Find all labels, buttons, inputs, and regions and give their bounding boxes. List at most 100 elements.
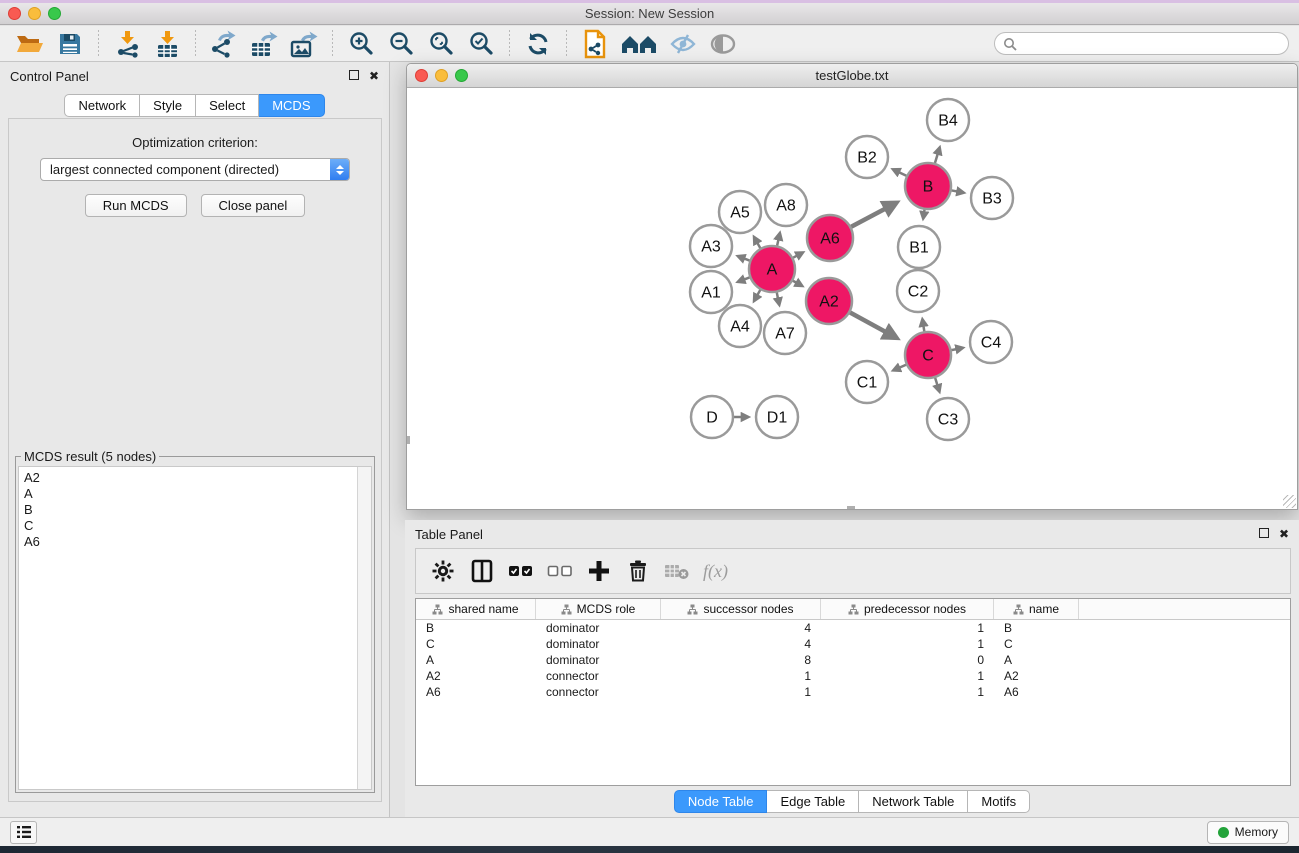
- graph-node-D[interactable]: D: [691, 396, 733, 438]
- memory-button[interactable]: Memory: [1207, 821, 1289, 844]
- table-cell[interactable]: A2: [994, 669, 1079, 683]
- graph-edge-A-A2[interactable]: [793, 281, 802, 286]
- graph-edge-A-A3[interactable]: [738, 256, 749, 260]
- graph-node-C[interactable]: C: [905, 332, 951, 378]
- column-header-predecessor-nodes[interactable]: predecessor nodes: [821, 599, 994, 619]
- mcds-result-list[interactable]: A2ABCA6: [18, 466, 372, 790]
- graph-edge-A-A6[interactable]: [793, 253, 802, 258]
- table-tab-network-table[interactable]: Network Table: [859, 790, 968, 813]
- search-field[interactable]: [994, 32, 1289, 55]
- table-cell[interactable]: 0: [821, 653, 994, 667]
- graph-edge-C-C4[interactable]: [952, 348, 963, 350]
- graph-node-A8[interactable]: A8: [765, 184, 807, 226]
- graph-edge-B-B4[interactable]: [935, 148, 940, 163]
- table-cell[interactable]: C: [416, 637, 536, 651]
- save-session-button[interactable]: [53, 29, 87, 59]
- graph-node-A[interactable]: A: [749, 246, 795, 292]
- clone-network-button[interactable]: [578, 29, 612, 59]
- table-cell[interactable]: dominator: [536, 621, 661, 635]
- table-cell[interactable]: A: [994, 653, 1079, 667]
- graph-edge-A-A7[interactable]: [777, 293, 779, 305]
- graph-node-A5[interactable]: A5: [719, 191, 761, 233]
- close-table-panel-icon[interactable]: ✖: [1279, 528, 1289, 540]
- open-session-button[interactable]: [13, 29, 47, 59]
- table-tab-node-table[interactable]: Node Table: [674, 790, 768, 813]
- create-column-button[interactable]: [584, 556, 614, 586]
- graph-edge-A6-B[interactable]: [851, 203, 895, 227]
- mcds-result-item[interactable]: A6: [24, 534, 357, 550]
- tab-network[interactable]: Network: [64, 94, 140, 117]
- hide-selected-button[interactable]: [666, 29, 700, 59]
- graph-edge-A-A8[interactable]: [777, 233, 780, 245]
- deselect-all-button[interactable]: [545, 556, 575, 586]
- graph-edge-C-C2[interactable]: [922, 320, 924, 332]
- graph-node-A7[interactable]: A7: [764, 312, 806, 354]
- graph-edge-A-A1[interactable]: [738, 277, 749, 281]
- delete-column-button[interactable]: [623, 556, 653, 586]
- graph-edge-A2-C[interactable]: [850, 312, 896, 337]
- graph-edge-B-B3[interactable]: [952, 190, 964, 192]
- table-cell[interactable]: 1: [661, 669, 821, 683]
- table-row[interactable]: A6connector11A6: [416, 684, 1290, 700]
- table-row[interactable]: Adominator80A: [416, 652, 1290, 668]
- table-cell[interactable]: 4: [661, 637, 821, 651]
- table-row[interactable]: A2connector11A2: [416, 668, 1290, 684]
- window-resize-grip[interactable]: [1283, 495, 1296, 508]
- export-network-button[interactable]: [207, 29, 241, 59]
- graph-node-B3[interactable]: B3: [971, 177, 1013, 219]
- table-cell[interactable]: 1: [821, 621, 994, 635]
- node-table[interactable]: shared nameMCDS rolesuccessor nodesprede…: [415, 598, 1291, 786]
- show-all-button[interactable]: [706, 29, 740, 59]
- float-panel-icon[interactable]: [349, 70, 359, 82]
- table-cell[interactable]: 8: [661, 653, 821, 667]
- tab-mcds[interactable]: MCDS: [259, 94, 324, 117]
- search-input[interactable]: [1023, 37, 1280, 51]
- task-history-button[interactable]: [10, 821, 37, 844]
- network-window-titlebar[interactable]: testGlobe.txt: [407, 64, 1297, 88]
- network-canvas[interactable]: B4B2BB3A8A5A6A3B1AA1C2A2A4A7C4CC1DD1C3: [407, 88, 1297, 509]
- table-cell[interactable]: B: [416, 621, 536, 635]
- graph-node-C1[interactable]: C1: [846, 361, 888, 403]
- column-header-MCDS-role[interactable]: MCDS role: [536, 599, 661, 619]
- mcds-result-item[interactable]: A: [24, 486, 357, 502]
- export-table-button[interactable]: [247, 29, 281, 59]
- graph-node-A3[interactable]: A3: [690, 225, 732, 267]
- table-cell[interactable]: dominator: [536, 653, 661, 667]
- graph-edge-A-A5[interactable]: [754, 237, 760, 248]
- column-header-name[interactable]: name: [994, 599, 1079, 619]
- result-scrollbar[interactable]: [357, 467, 371, 789]
- graph-node-B[interactable]: B: [905, 163, 951, 209]
- mcds-result-item[interactable]: C: [24, 518, 357, 534]
- table-row[interactable]: Bdominator41B: [416, 620, 1290, 636]
- import-network-button[interactable]: [110, 29, 144, 59]
- table-cell[interactable]: A2: [416, 669, 536, 683]
- table-cell[interactable]: 1: [821, 685, 994, 699]
- table-cell[interactable]: A6: [994, 685, 1079, 699]
- graph-node-B2[interactable]: B2: [846, 136, 888, 178]
- close-panel-icon[interactable]: ✖: [369, 70, 379, 82]
- graph-node-D1[interactable]: D1: [756, 396, 798, 438]
- mcds-result-item[interactable]: B: [24, 502, 357, 518]
- refresh-layout-button[interactable]: [521, 29, 555, 59]
- graph-node-C3[interactable]: C3: [927, 398, 969, 440]
- table-cell[interactable]: 1: [821, 637, 994, 651]
- graph-edge-B-B1[interactable]: [923, 210, 924, 219]
- table-cell[interactable]: 1: [661, 685, 821, 699]
- tab-select[interactable]: Select: [196, 94, 259, 117]
- mcds-result-item[interactable]: A2: [24, 470, 357, 486]
- table-cell[interactable]: dominator: [536, 637, 661, 651]
- table-settings-button[interactable]: [428, 556, 458, 586]
- table-cell[interactable]: connector: [536, 669, 661, 683]
- graph-edge-B-B2[interactable]: [893, 169, 906, 175]
- graph-node-A1[interactable]: A1: [690, 271, 732, 313]
- graph-node-B4[interactable]: B4: [927, 99, 969, 141]
- graph-node-A6[interactable]: A6: [807, 215, 853, 261]
- float-table-panel-icon[interactable]: [1259, 528, 1269, 540]
- tab-style[interactable]: Style: [140, 94, 196, 117]
- zoom-in-button[interactable]: [344, 29, 378, 59]
- column-header-shared-name[interactable]: shared name: [416, 599, 536, 619]
- zoom-fit-button[interactable]: [424, 29, 458, 59]
- graph-edge-C-C1[interactable]: [894, 365, 907, 371]
- run-mcds-button[interactable]: Run MCDS: [85, 194, 187, 217]
- export-image-button[interactable]: [287, 29, 321, 59]
